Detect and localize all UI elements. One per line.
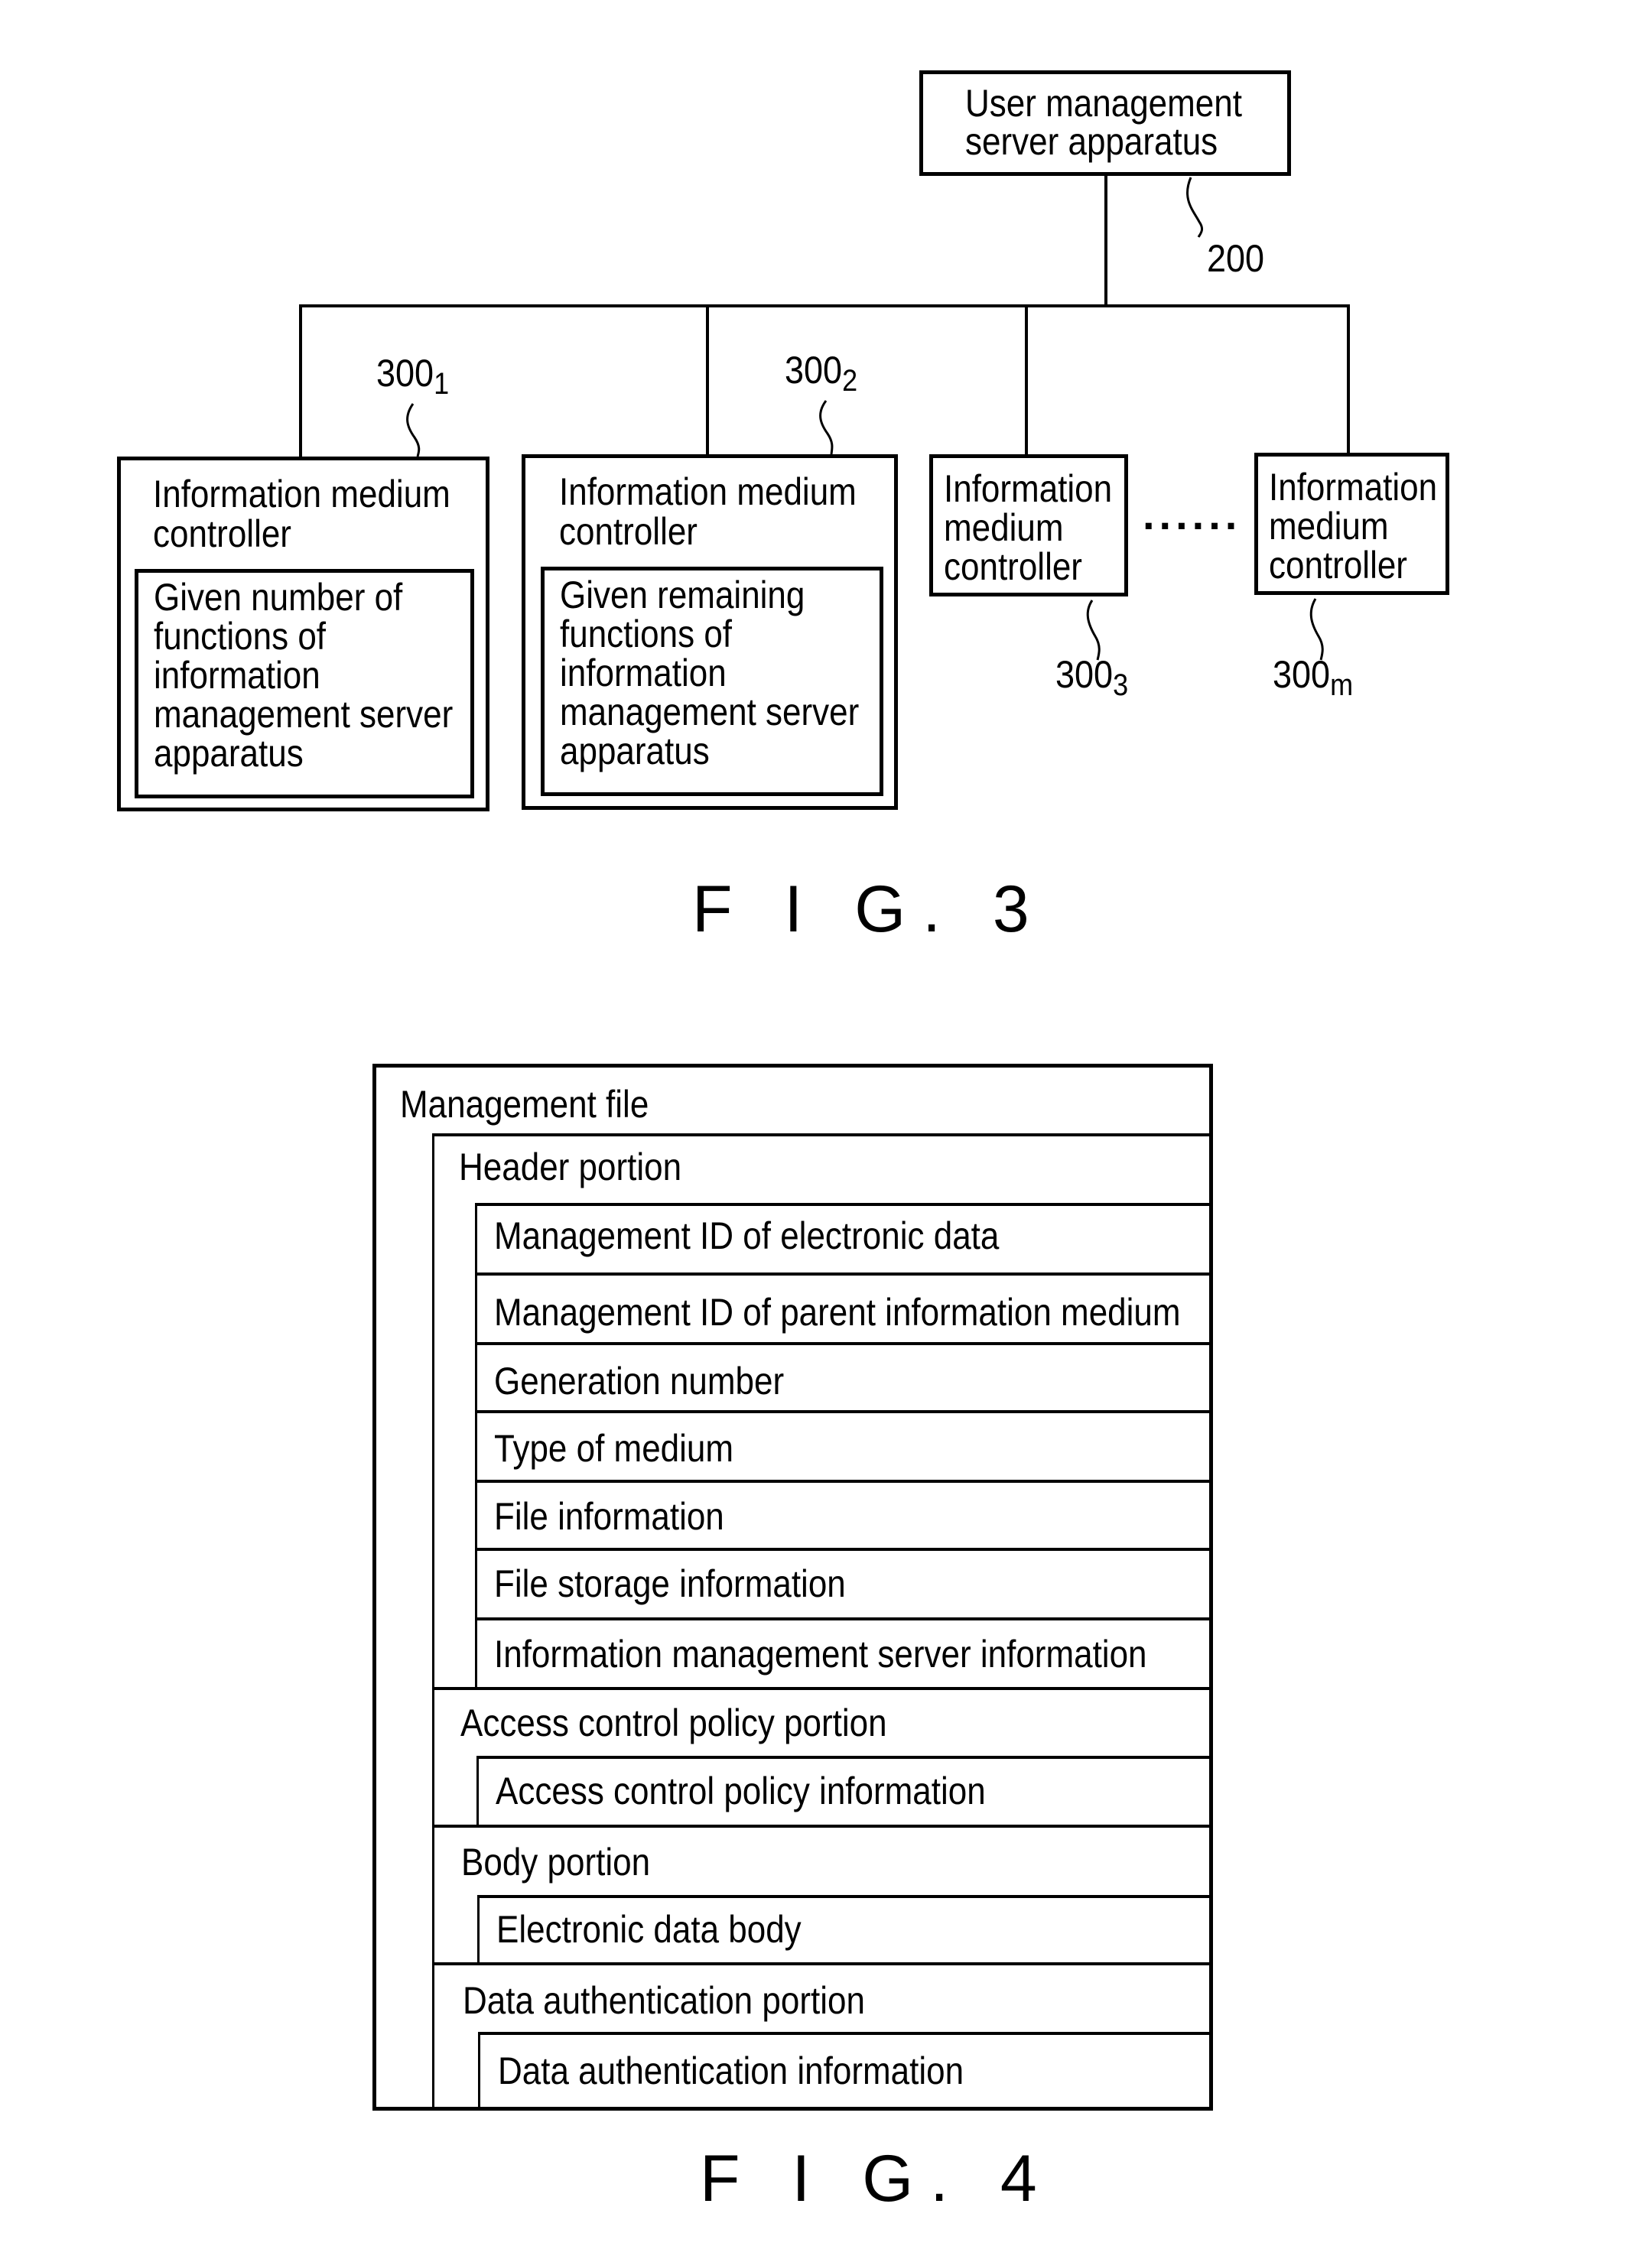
access-item-access-control-policy-information: Access control policy information <box>496 1770 986 1812</box>
ref-label-200: 200 <box>1207 237 1265 280</box>
controller-2-func-line1: Given remaining <box>560 574 805 616</box>
controller-3-title-line1: Information <box>944 467 1113 510</box>
access-control-policy-portion-label: Access control policy portion <box>460 1702 887 1744</box>
controller-2-func-line4: management server <box>560 691 860 733</box>
auth-item-row <box>478 2032 1211 2035</box>
fig4-caption: F I G. 4 <box>700 2142 1054 2215</box>
header-item-row <box>475 1342 1211 1345</box>
header-items-left-border <box>475 1203 477 1689</box>
controller-2-func-line3: information <box>560 652 727 694</box>
controller-m-title-line3: controller <box>1269 544 1407 587</box>
controller-2-title-line1: Information medium <box>559 470 857 513</box>
fig3-caption: F I G. 3 <box>692 873 1046 946</box>
header-item-generation-number: Generation number <box>494 1360 785 1403</box>
data-authentication-portion-row <box>432 1962 1211 1965</box>
header-item-info-mgmt-server-information: Information management server informatio… <box>494 1633 1147 1676</box>
leader-300-m <box>1309 598 1324 661</box>
header-item-file-information: File information <box>494 1495 724 1538</box>
body-items-left-border <box>477 1895 480 1965</box>
user-server-label-line2: server apparatus <box>965 120 1218 163</box>
ref-label-300-1: 3001 <box>376 352 450 401</box>
controller-3-title-line2: medium <box>944 506 1064 549</box>
body-portion-label: Body portion <box>461 1841 651 1884</box>
header-item-management-id-electronic-data: Management ID of electronic data <box>494 1214 1000 1257</box>
ref-label-300-2: 3002 <box>785 349 858 398</box>
user-management-server-box: User management server apparatus <box>919 70 1291 176</box>
information-medium-controller-2: Information medium controller Given rema… <box>522 454 898 810</box>
controller-m-title-line2: medium <box>1269 505 1389 548</box>
leader-300-1 <box>406 403 421 457</box>
leader-300-2 <box>819 400 834 455</box>
header-item-row <box>475 1410 1211 1413</box>
header-item-row <box>475 1548 1211 1551</box>
ref-label-300-m: 300m <box>1273 653 1354 702</box>
leader-200 <box>1186 177 1204 238</box>
body-portion-row <box>432 1825 1211 1828</box>
body-item-electronic-data-body: Electronic data body <box>496 1908 802 1951</box>
controller-2-functions-box: Given remaining functions of information… <box>541 567 883 796</box>
controller-2-title-line2: controller <box>559 510 698 553</box>
header-item-row <box>475 1480 1211 1483</box>
controller-1-functions-box: Given number of functions of information… <box>135 569 474 798</box>
controller-2-func-line2: functions of <box>560 613 733 655</box>
header-portion-label: Header portion <box>459 1146 682 1188</box>
header-item-file-storage-information: File storage information <box>494 1562 846 1605</box>
auth-items-left-border <box>478 2032 480 2108</box>
header-item-row <box>475 1203 1211 1206</box>
controller-m-title-line1: Information <box>1269 466 1438 509</box>
header-item-type-of-medium: Type of medium <box>494 1427 734 1470</box>
controller-1-title-line2: controller <box>153 512 291 555</box>
information-medium-controller-m: Information medium controller <box>1254 453 1449 595</box>
controller-1-func-line2: functions of <box>154 615 327 658</box>
body-item-row <box>477 1895 1211 1898</box>
controller-1-title-line1: Information medium <box>153 473 450 515</box>
header-item-row <box>475 1273 1211 1276</box>
controller-1-func-line3: information <box>154 654 320 697</box>
information-medium-controller-1: Information medium controller Given numb… <box>117 457 489 811</box>
access-item-row <box>476 1756 1211 1759</box>
header-item-row <box>475 1617 1211 1620</box>
access-items-left-border <box>476 1756 479 1826</box>
data-authentication-portion-label: Data authentication portion <box>463 1979 865 2022</box>
header-item-management-id-parent-medium: Management ID of parent information medi… <box>494 1291 1181 1334</box>
ref-label-300-3: 3003 <box>1055 653 1129 702</box>
controller-2-func-line5: apparatus <box>560 730 710 772</box>
controllers-ellipsis: ...... <box>1143 490 1242 538</box>
user-server-label-line1: User management <box>965 82 1242 125</box>
controller-1-func-line4: management server <box>154 693 454 736</box>
leader-300-3 <box>1086 600 1101 661</box>
controller-3-title-line3: controller <box>944 545 1082 588</box>
controller-1-func-line5: apparatus <box>154 732 304 775</box>
auth-item-data-authentication-information: Data authentication information <box>498 2049 964 2092</box>
access-control-policy-portion-row <box>432 1687 1211 1690</box>
controller-1-func-line1: Given number of <box>154 576 403 619</box>
management-file-title: Management file <box>400 1083 649 1126</box>
information-medium-controller-3: Information medium controller <box>929 454 1128 596</box>
